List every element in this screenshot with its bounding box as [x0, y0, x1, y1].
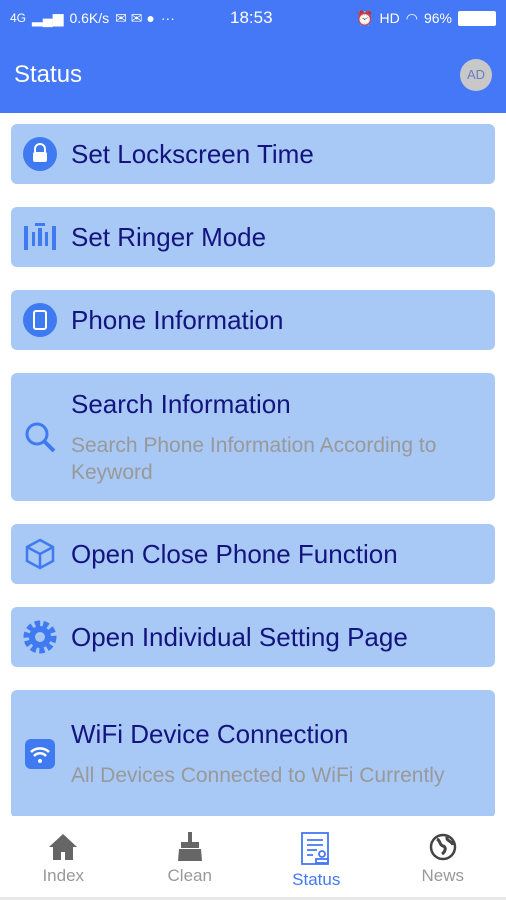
clock: 18:53	[230, 8, 273, 27]
phone-icon	[23, 303, 57, 337]
item-subtitle: All Devices Connected to WiFi Currently	[71, 764, 445, 787]
item-title: Search Information	[71, 388, 291, 419]
item-title: Open Individual Setting Page	[71, 621, 408, 652]
document-icon	[301, 832, 330, 865]
home-icon	[49, 834, 78, 860]
nav-clean[interactable]: Clean	[127, 816, 254, 897]
item-subtitle: Search Phone Information According to Ke…	[71, 433, 437, 484]
item-search-info[interactable]: Search Information Search Phone Informati…	[11, 373, 495, 501]
status-bar: 4G ▂▄▆ 0.6K/s ✉ ✉ ● ··· 18:53 ⏰ HD ◠ 96%	[0, 0, 506, 36]
lock-icon	[23, 137, 57, 171]
cube-icon	[23, 537, 57, 571]
feature-list: Set Lockscreen Time Set Ringer Mode Phon…	[0, 113, 506, 818]
alarm-icon: ⏰	[356, 9, 374, 26]
nav-index[interactable]: Index	[0, 816, 127, 897]
item-title: Set Lockscreen Time	[71, 138, 314, 169]
battery-percent: 96%	[423, 10, 452, 26]
item-phone-info[interactable]: Phone Information	[11, 290, 495, 350]
bottom-nav: Index Clean Status News	[0, 816, 506, 900]
globe-icon	[429, 833, 456, 861]
nav-label: Status	[292, 870, 341, 889]
wifi-status-icon: ◠	[405, 9, 418, 26]
broom-icon	[177, 832, 202, 861]
item-title: Open Close Phone Function	[71, 538, 398, 569]
avatar[interactable]: AD	[460, 58, 492, 91]
hd-label: HD	[379, 10, 400, 26]
gear-icon	[23, 620, 57, 654]
item-setting-page[interactable]: Open Individual Setting Page	[11, 607, 495, 667]
mail-icon: ✉ ✉ ●	[115, 9, 155, 26]
item-ringer[interactable]: Set Ringer Mode	[11, 207, 495, 267]
nav-label: News	[421, 866, 464, 885]
more-icon: ···	[160, 10, 175, 26]
item-title: Phone Information	[71, 304, 284, 335]
battery-icon	[458, 10, 496, 26]
app-header: 4G ▂▄▆ 0.6K/s ✉ ✉ ● ··· 18:53 ⏰ HD ◠ 96%…	[0, 0, 506, 113]
network-speed: 0.6K/s	[69, 10, 110, 26]
nav-label: Index	[42, 866, 85, 885]
search-icon	[23, 420, 57, 454]
page-title: Status	[14, 60, 83, 88]
item-title: WiFi Device Connection	[71, 719, 349, 749]
item-wifi-devices[interactable]: WiFi Device Connection All Devices Connec…	[11, 690, 495, 818]
wifi-icon	[23, 737, 57, 771]
nav-label: Clean	[167, 866, 212, 885]
item-lockscreen[interactable]: Set Lockscreen Time	[11, 124, 495, 184]
nav-status[interactable]: Status	[253, 816, 380, 897]
nav-news[interactable]: News	[380, 816, 506, 897]
signal-icon: ▂▄▆	[32, 9, 64, 26]
item-title: Set Ringer Mode	[71, 221, 267, 252]
network-type: 4G	[10, 11, 27, 25]
ringer-icon	[23, 220, 57, 254]
item-phone-function[interactable]: Open Close Phone Function	[11, 524, 495, 584]
